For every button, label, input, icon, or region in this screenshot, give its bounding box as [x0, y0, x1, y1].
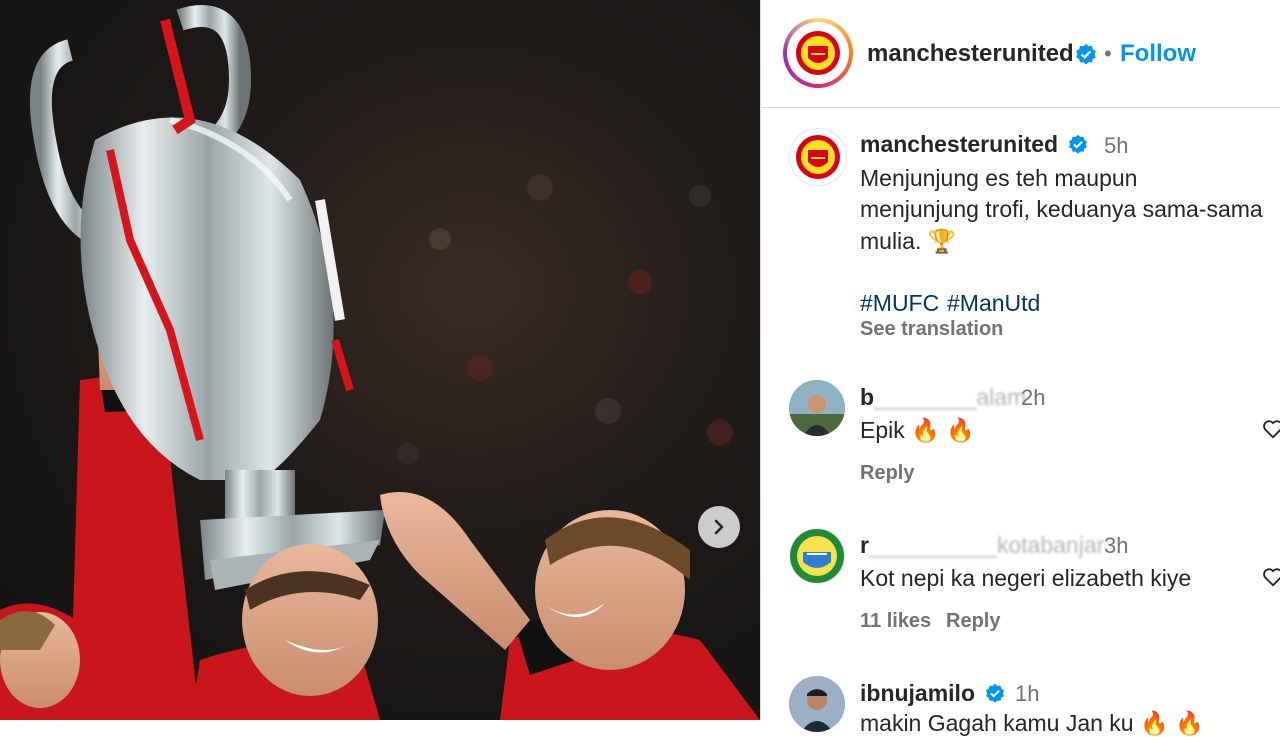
see-translation-link[interactable]: See translation [860, 318, 1003, 341]
hashtag-link[interactable]: #ManUtd [947, 290, 1040, 317]
group-logo [790, 529, 844, 583]
verified-badge-icon [986, 683, 1004, 703]
caption-timestamp[interactable]: 5h [1104, 133, 1128, 159]
comment-username[interactable]: ibnujamilo [860, 680, 975, 707]
comment-username[interactable]: b________alam [860, 384, 1026, 411]
club-crest-icon [796, 31, 840, 75]
comment-text: Epik 🔥 🔥 [860, 417, 975, 443]
comment-avatar[interactable] [789, 528, 845, 584]
reply-button[interactable]: Reply [860, 462, 914, 485]
comment-avatar[interactable] [789, 676, 845, 732]
verified-badge-icon [1069, 134, 1087, 154]
comment-timestamp[interactable]: 1h [1015, 681, 1039, 707]
comment-text: Kot nepi ka negeri elizabeth kiye [860, 565, 1192, 591]
comment-timestamp[interactable]: 2h [1021, 385, 1045, 411]
comment-like-count[interactable]: 11 likes [860, 610, 931, 633]
heart-outline-icon[interactable] [1262, 566, 1280, 588]
post-header: manchesterunited • Follow [761, 0, 1280, 108]
verified-badge-icon [1076, 44, 1096, 65]
separator-dot: • [1104, 41, 1112, 66]
hashtag-link[interactable]: #MUFC [860, 290, 939, 317]
trophy-celebration-image [0, 5, 760, 720]
club-crest-icon [796, 135, 840, 179]
caption-username[interactable]: manchesterunited [860, 131, 1058, 158]
account-avatar[interactable] [783, 18, 853, 88]
post-photo[interactable] [0, 0, 760, 720]
user-photo [789, 380, 845, 436]
comment-username[interactable]: r__________kotabanjar [860, 532, 1104, 559]
reply-button[interactable]: Reply [946, 610, 1000, 633]
next-photo-button[interactable] [698, 506, 740, 548]
caption-text-line: menjunjung trofi, keduanya sama-sama [860, 196, 1263, 222]
comment-avatar[interactable] [789, 380, 845, 436]
caption-text-line: mulia. 🏆 [860, 228, 957, 254]
heart-outline-icon[interactable] [1262, 418, 1280, 440]
caption-avatar[interactable] [789, 128, 847, 186]
account-username[interactable]: manchesterunited [867, 40, 1074, 68]
chevron-right-icon [714, 519, 724, 535]
panel-divider [760, 0, 761, 720]
user-photo [789, 676, 845, 732]
caption-text-line: Menjunjung es teh maupun [860, 165, 1138, 191]
comment-text: makin Gagah kamu Jan ku 🔥 🔥 [860, 710, 1204, 736]
comment-timestamp[interactable]: 3h [1104, 533, 1128, 559]
follow-button[interactable]: Follow [1120, 40, 1196, 68]
